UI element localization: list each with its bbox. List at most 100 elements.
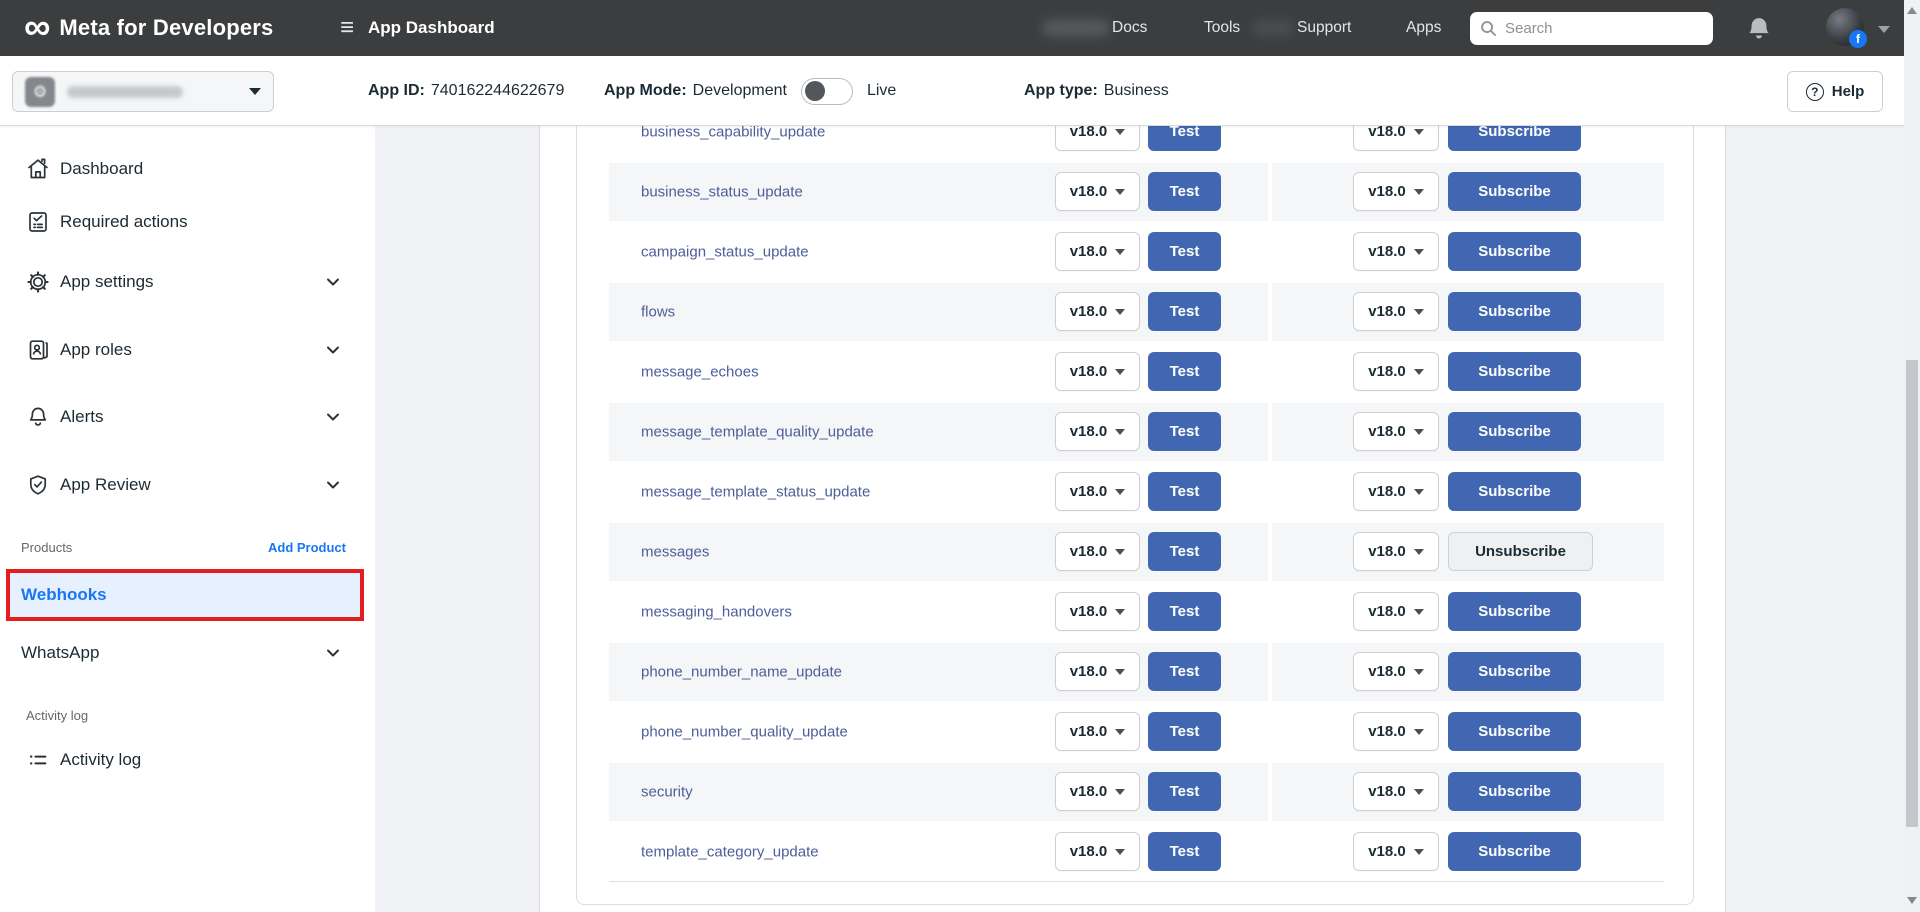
- test-version-dropdown[interactable]: v18.0: [1055, 592, 1140, 631]
- meta-for-developers-logo[interactable]: ∞ Meta for Developers: [24, 0, 273, 56]
- subscribe-version-dropdown[interactable]: v18.0: [1353, 352, 1439, 391]
- webhook-field-link[interactable]: phone_number_quality_update: [641, 724, 848, 741]
- subscribe-button[interactable]: Subscribe: [1448, 352, 1581, 391]
- test-version-dropdown[interactable]: v18.0: [1055, 172, 1140, 211]
- subscribe-version-dropdown[interactable]: v18.0: [1353, 472, 1439, 511]
- nav-link-docs[interactable]: Docs: [1112, 19, 1147, 37]
- subscribe-button[interactable]: Subscribe: [1448, 712, 1581, 751]
- avatar[interactable]: f: [1826, 8, 1864, 46]
- sidebar-item-dashboard[interactable]: Dashboard: [0, 142, 375, 196]
- vertical-scrollbar[interactable]: [1904, 0, 1920, 912]
- hamburger-menu-icon[interactable]: ≡: [340, 16, 354, 40]
- test-button[interactable]: Test: [1148, 412, 1221, 451]
- subscribe-button[interactable]: Subscribe: [1448, 412, 1581, 451]
- sidebar-item-app-roles[interactable]: App roles: [0, 323, 375, 377]
- test-button[interactable]: Test: [1148, 592, 1221, 631]
- search-input[interactable]: Search: [1470, 12, 1713, 45]
- test-version-dropdown[interactable]: v18.0: [1055, 472, 1140, 511]
- subscribe-version-dropdown[interactable]: v18.0: [1353, 712, 1439, 751]
- chevron-down-icon: [1414, 489, 1424, 495]
- webhook-field-link[interactable]: business_status_update: [641, 184, 803, 201]
- webhook-field-link[interactable]: message_template_quality_update: [641, 424, 874, 441]
- bell-icon: [25, 404, 51, 430]
- chevron-down-icon: [1115, 849, 1125, 855]
- subscribe-version-dropdown[interactable]: v18.0: [1353, 592, 1439, 631]
- app-id-group: App ID: 740162244622679: [368, 56, 564, 126]
- test-button[interactable]: Test: [1148, 712, 1221, 751]
- test-version-dropdown[interactable]: v18.0: [1055, 712, 1140, 751]
- webhook-field-link[interactable]: phone_number_name_update: [641, 664, 842, 681]
- test-button[interactable]: Test: [1148, 772, 1221, 811]
- subscribe-version-dropdown[interactable]: v18.0: [1353, 772, 1439, 811]
- webhook-field-link[interactable]: campaign_status_update: [641, 244, 809, 261]
- add-product-link[interactable]: Add Product: [268, 540, 346, 555]
- subscribe-button[interactable]: Subscribe: [1448, 832, 1581, 871]
- subscribe-button[interactable]: Subscribe: [1448, 472, 1581, 511]
- live-mode-toggle[interactable]: [801, 78, 853, 105]
- test-version-dropdown[interactable]: v18.0: [1055, 352, 1140, 391]
- scroll-up-arrow-icon[interactable]: [1907, 7, 1917, 14]
- test-version-dropdown[interactable]: v18.0: [1055, 232, 1140, 271]
- subscribe-button[interactable]: Subscribe: [1448, 292, 1581, 331]
- subscribe-button[interactable]: Subscribe: [1448, 232, 1581, 271]
- subscribe-version-dropdown[interactable]: v18.0: [1353, 832, 1439, 871]
- subscribe-version-dropdown[interactable]: v18.0: [1353, 532, 1439, 571]
- test-button[interactable]: Test: [1148, 292, 1221, 331]
- scrollbar-thumb[interactable]: [1906, 360, 1918, 827]
- subscribe-button[interactable]: Subscribe: [1448, 172, 1581, 211]
- sidebar-item-whatsapp[interactable]: WhatsApp: [0, 630, 375, 676]
- sidebar-item-app-settings[interactable]: App settings: [0, 255, 375, 309]
- webhook-field-row: flows v18.0 Test v18.0 Subscribe: [577, 282, 1695, 342]
- test-version-dropdown[interactable]: v18.0: [1055, 412, 1140, 451]
- sidebar-item-app-review[interactable]: App Review: [0, 458, 375, 512]
- subscribe-version-dropdown[interactable]: v18.0: [1353, 652, 1439, 691]
- subscribe-version-dropdown[interactable]: v18.0: [1353, 292, 1439, 331]
- test-version-dropdown[interactable]: v18.0: [1055, 772, 1140, 811]
- app-dashboard-menu[interactable]: ≡ App Dashboard: [340, 0, 495, 56]
- sidebar-item-alerts[interactable]: Alerts: [0, 390, 375, 444]
- scroll-down-arrow-icon[interactable]: [1907, 897, 1917, 904]
- sidebar-item-activity-log[interactable]: Activity log: [0, 733, 375, 787]
- help-button[interactable]: ? Help: [1787, 71, 1883, 112]
- webhook-field-row: messaging_handovers v18.0 Test v18.0 Sub…: [577, 582, 1695, 642]
- subscribe-button[interactable]: Subscribe: [1448, 592, 1581, 631]
- unsubscribe-button[interactable]: Unsubscribe: [1448, 532, 1593, 571]
- test-button[interactable]: Test: [1148, 832, 1221, 871]
- nav-link-apps[interactable]: Apps: [1406, 19, 1441, 37]
- subscribe-version-dropdown[interactable]: v18.0: [1353, 232, 1439, 271]
- webhook-field-link[interactable]: message_template_status_update: [641, 484, 870, 501]
- webhook-field-link[interactable]: messages: [641, 544, 709, 561]
- test-button[interactable]: Test: [1148, 172, 1221, 211]
- account-menu-caret-icon[interactable]: [1878, 26, 1890, 33]
- webhook-field-link[interactable]: security: [641, 784, 693, 801]
- webhook-field-link[interactable]: message_echoes: [641, 364, 759, 381]
- test-version-dropdown[interactable]: v18.0: [1055, 292, 1140, 331]
- webhook-field-link[interactable]: template_category_update: [641, 844, 819, 861]
- subscribe-version-dropdown[interactable]: v18.0: [1353, 172, 1439, 211]
- subscribe-version-dropdown[interactable]: v18.0: [1353, 412, 1439, 451]
- subscribe-button[interactable]: Subscribe: [1448, 772, 1581, 811]
- test-button[interactable]: Test: [1148, 532, 1221, 571]
- sidebar-item-required-actions[interactable]: Required actions: [0, 195, 375, 249]
- nav-link-tools[interactable]: Tools: [1204, 19, 1240, 37]
- version-value: v18.0: [1070, 843, 1108, 860]
- test-button[interactable]: Test: [1148, 472, 1221, 511]
- nav-link-support[interactable]: Support: [1297, 19, 1351, 37]
- sidebar-item-webhooks-highlighted[interactable]: Webhooks: [6, 569, 364, 621]
- test-version-dropdown[interactable]: v18.0: [1055, 832, 1140, 871]
- test-button[interactable]: Test: [1148, 232, 1221, 271]
- subscribe-button[interactable]: Subscribe: [1448, 652, 1581, 691]
- webhook-field-link[interactable]: flows: [641, 304, 675, 321]
- checklist-icon: [25, 209, 51, 235]
- notifications-button[interactable]: [1744, 14, 1774, 44]
- test-button[interactable]: Test: [1148, 352, 1221, 391]
- webhook-field-link[interactable]: business_capability_update: [641, 124, 825, 141]
- version-value: v18.0: [1070, 243, 1108, 260]
- test-version-dropdown[interactable]: v18.0: [1055, 532, 1140, 571]
- app-selector-dropdown[interactable]: ⚙: [12, 71, 274, 112]
- test-button[interactable]: Test: [1148, 652, 1221, 691]
- app-dashboard-title: App Dashboard: [368, 18, 495, 38]
- webhook-field-link[interactable]: messaging_handovers: [641, 604, 792, 621]
- test-version-dropdown[interactable]: v18.0: [1055, 652, 1140, 691]
- chevron-down-icon: [1414, 309, 1424, 315]
